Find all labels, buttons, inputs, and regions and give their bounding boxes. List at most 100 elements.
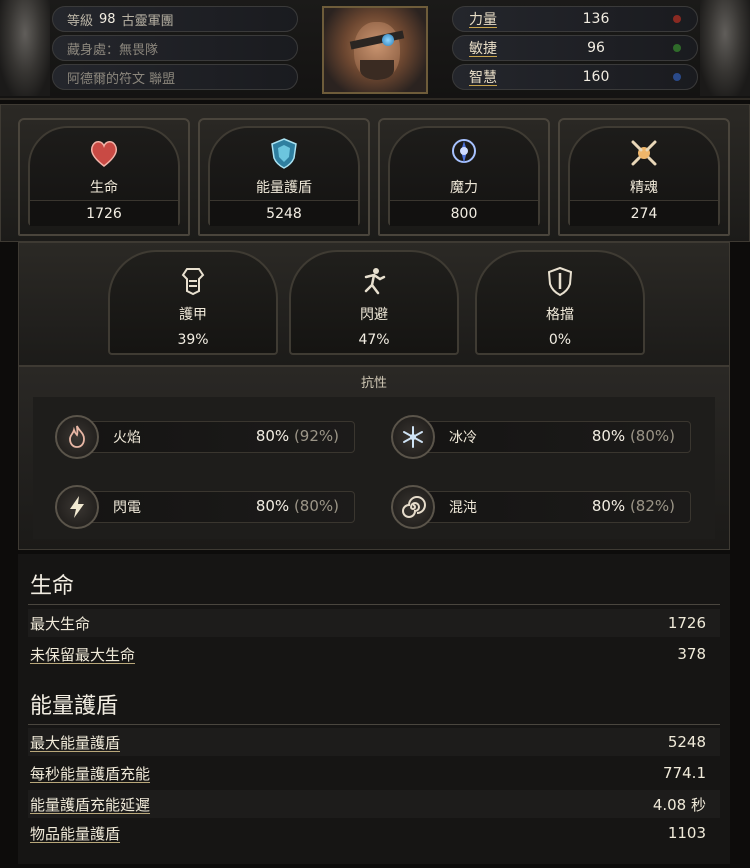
resistance-current: 80% (591, 497, 626, 515)
resistances-title: 抗性 (360, 376, 387, 391)
detail-row[interactable]: 每秒能量護盾充能 774.1 (28, 759, 720, 787)
resistance-max: (80%) (629, 427, 675, 445)
stat-label: 精魂 (630, 180, 658, 196)
resistance-value: 80% (80%) (256, 497, 339, 515)
stat-energy-shield[interactable]: 能量護盾 5248 (198, 118, 370, 236)
stat-mana[interactable]: 魔力 800 (378, 118, 550, 236)
attribute-label: 力量 (469, 12, 497, 28)
hideout-row: 藏身處：無畏隊 (52, 35, 298, 61)
attribute-value: 96 (587, 40, 605, 56)
shield-icon (265, 134, 303, 172)
stat-label: 生命 (90, 180, 118, 196)
resistance-label: 閃電 (113, 500, 141, 516)
stat-value: 274 (570, 200, 718, 226)
evasion-icon (355, 262, 393, 300)
dexterity-gem-icon (673, 44, 681, 52)
resistance-current: 80% (255, 497, 290, 515)
attribute-label: 智慧 (469, 70, 497, 86)
character-portrait (322, 6, 428, 94)
league-label: 阿德爾的符文 聯盟 (67, 71, 176, 87)
stat-value: 800 (390, 200, 538, 226)
level-value: 98 (99, 11, 116, 27)
detail-value: 1103 (667, 824, 706, 842)
resistance-label: 混沌 (449, 500, 477, 516)
detail-value: 378 (677, 645, 706, 663)
detail-label: 能量護盾充能延遲 (30, 795, 151, 814)
heart-icon (85, 134, 123, 172)
defence-armour[interactable]: 護甲 39% (108, 250, 278, 355)
attribute-intelligence[interactable]: 智慧 160 (452, 64, 698, 90)
detail-label: 最大生命 (30, 614, 91, 633)
hideout-label: 藏身處：無畏隊 (67, 42, 159, 58)
detail-row[interactable]: 最大能量護盾 5248 (28, 728, 720, 756)
block-icon (541, 262, 579, 300)
statue-ornament-left (0, 0, 50, 96)
level-row: 等級 98 古靈軍團 (52, 6, 298, 32)
detail-value: 1726 (667, 614, 706, 632)
detail-value: 774.1 (663, 764, 706, 782)
stat-label: 魔力 (450, 180, 478, 196)
guild-name: 古靈軍團 (121, 13, 174, 29)
detail-label: 最大能量護盾 (30, 733, 121, 752)
resistance-current: 80% (591, 427, 626, 445)
resistance-value: 80% (82%) (592, 497, 675, 515)
detail-label: 未保留最大生命 (30, 645, 136, 664)
section-title-life: 生命 (30, 574, 75, 599)
cold-icon (391, 415, 435, 459)
stat-detail-list: 生命 最大生命 1726 未保留最大生命 378 能量護盾 最大能量護盾 524… (18, 554, 730, 864)
stat-life[interactable]: 生命 1726 (18, 118, 190, 236)
character-header: 等級 98 古靈軍團 藏身處：無畏隊 阿德爾的符文 聯盟 力量 136 敏捷 9… (0, 0, 750, 100)
detail-value: 4.08 秒 (652, 795, 706, 814)
attribute-label: 敏捷 (469, 41, 497, 57)
section-divider (28, 604, 720, 605)
defence-value: 47% (358, 332, 390, 348)
statue-ornament-right (700, 0, 750, 96)
detail-row[interactable]: 能量護盾充能延遲 4.08 秒 (28, 790, 720, 818)
detail-row[interactable]: 物品能量護盾 1103 (28, 819, 720, 847)
attribute-value: 136 (582, 11, 610, 27)
mana-icon (445, 134, 483, 172)
resistance-label: 火焰 (113, 430, 141, 446)
resistances-panel: 抗性 火焰 80% (92%) 冰冷 80% (80%) 閃電 80% (80%… (18, 366, 730, 550)
detail-label: 每秒能量護盾充能 (30, 764, 151, 783)
character-info-panel: 等級 98 古靈軍團 藏身處：無畏隊 阿德爾的符文 聯盟 (52, 6, 298, 93)
attribute-dexterity[interactable]: 敏捷 96 (452, 35, 698, 61)
resistance-max: (82%) (629, 497, 675, 515)
level-label: 等級 (67, 13, 94, 29)
detail-label: 物品能量護盾 (30, 824, 121, 843)
resistance-lightning[interactable]: 閃電 80% (80%) (55, 485, 355, 529)
resistance-cold[interactable]: 冰冷 80% (80%) (391, 415, 691, 459)
stat-spirit[interactable]: 精魂 274 (558, 118, 730, 236)
defence-value: 0% (548, 332, 572, 348)
defence-block[interactable]: 格擋 0% (475, 250, 645, 355)
section-title-energy-shield: 能量護盾 (30, 694, 119, 719)
attribute-strength[interactable]: 力量 136 (452, 6, 698, 32)
armour-icon (174, 262, 212, 300)
defence-label: 護甲 (179, 307, 207, 323)
fire-icon (55, 415, 99, 459)
defence-value: 39% (177, 332, 209, 348)
stat-label: 能量護盾 (256, 180, 312, 196)
resistance-max: (92%) (293, 427, 339, 445)
resistance-max: (80%) (293, 497, 339, 515)
league-row: 阿德爾的符文 聯盟 (52, 64, 298, 90)
defence-label: 閃避 (360, 307, 388, 323)
spirit-icon (625, 134, 663, 172)
stat-value: 5248 (210, 200, 358, 226)
resistance-fire[interactable]: 火焰 80% (92%) (55, 415, 355, 459)
detail-row[interactable]: 未保留最大生命 378 (28, 640, 720, 668)
resistance-chaos[interactable]: 混沌 80% (82%) (391, 485, 691, 529)
attribute-value: 160 (582, 69, 610, 85)
section-divider (28, 724, 720, 725)
intelligence-gem-icon (673, 73, 681, 81)
lightning-icon (55, 485, 99, 529)
resistance-value: 80% (80%) (592, 427, 675, 445)
stat-value: 1726 (30, 200, 178, 226)
defence-label: 格擋 (546, 307, 574, 323)
resistance-label: 冰冷 (449, 430, 477, 446)
defence-evasion[interactable]: 閃避 47% (289, 250, 459, 355)
chaos-icon (391, 485, 435, 529)
resistance-value: 80% (92%) (256, 427, 339, 445)
attributes-panel: 力量 136 敏捷 96 智慧 160 (452, 6, 698, 93)
detail-row[interactable]: 最大生命 1726 (28, 609, 720, 637)
